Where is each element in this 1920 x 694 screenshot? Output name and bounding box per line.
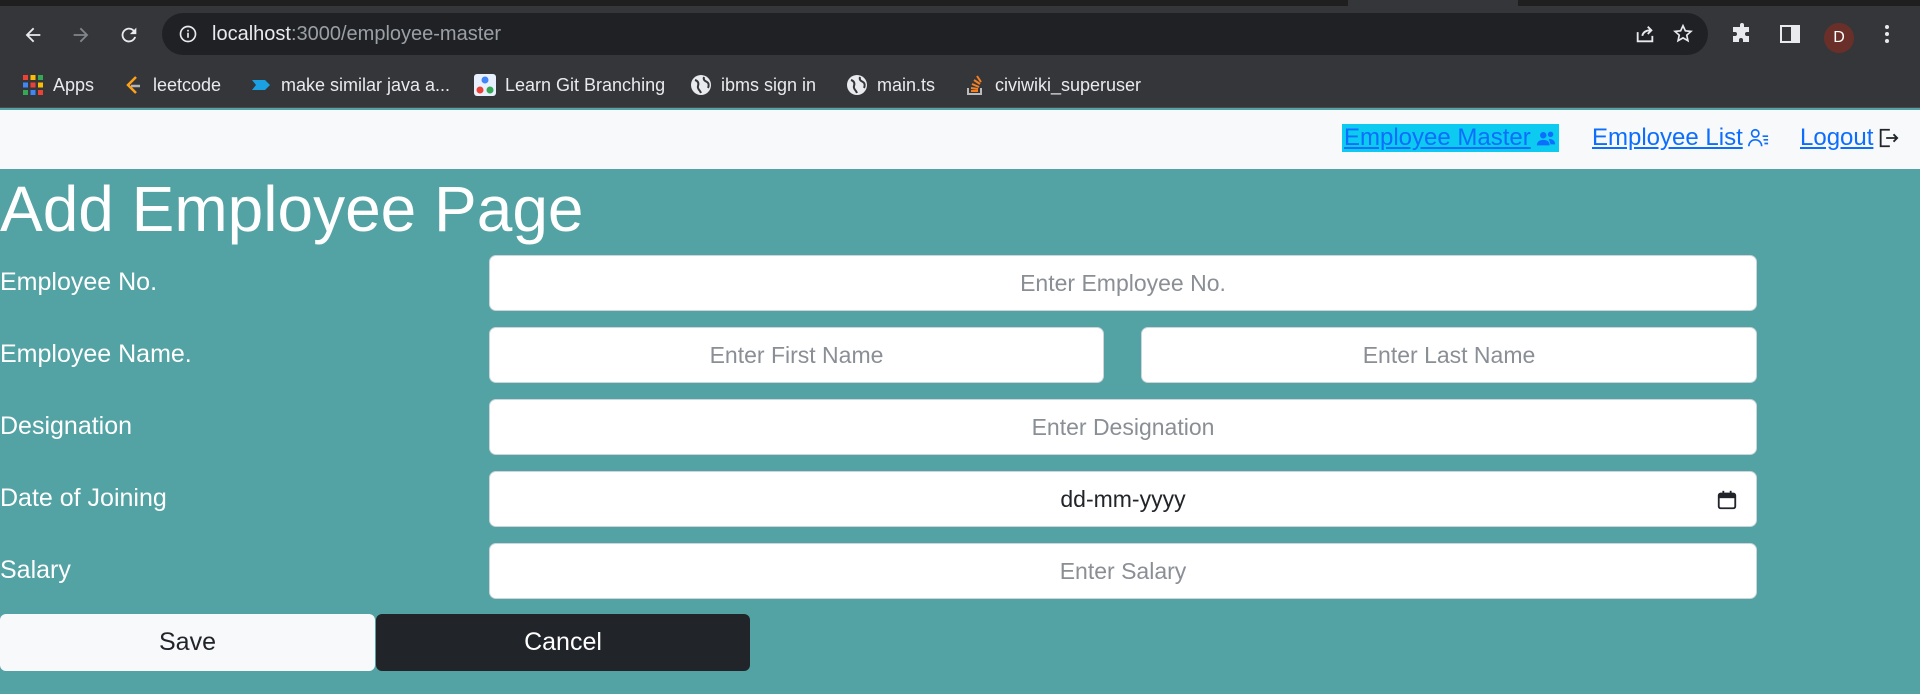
star-icon[interactable] (1672, 23, 1694, 45)
info-icon (179, 25, 197, 43)
nav-logout[interactable]: Logout (1800, 124, 1899, 152)
bookmark-tag-icon (252, 80, 270, 90)
save-button[interactable]: Save (0, 614, 375, 671)
profile-avatar[interactable]: D (1824, 23, 1854, 53)
bookmark-ibms-sign-in[interactable]: ibms sign in (690, 72, 816, 98)
extensions-button[interactable] (1727, 19, 1757, 49)
calendar-icon[interactable] (1716, 489, 1738, 511)
bookmark-leetcode[interactable]: leetcode (122, 72, 221, 98)
bookmark-label: make similar java a... (281, 74, 451, 95)
employee-no-input[interactable] (489, 255, 1757, 311)
nav-employee-list[interactable]: Employee List (1592, 124, 1769, 152)
user-list-icon (1747, 128, 1768, 147)
git-branching-icon (474, 74, 496, 96)
cancel-button[interactable]: Cancel (376, 614, 750, 671)
bookmark-label: civiwiki_superuser (995, 74, 1142, 95)
logout-icon (1880, 128, 1899, 148)
back-arrow-icon (25, 27, 41, 43)
date-placeholder: dd-mm-yyyy (1060, 485, 1186, 512)
bookmark-label: Apps (53, 74, 95, 95)
bookmarks-bar: Apps leetcode make similar java a... Lea… (0, 62, 1920, 108)
app-navbar: Employee Master Employee List Logout (0, 110, 1920, 169)
bookmark-apps[interactable]: Apps (22, 72, 94, 98)
nav-link-label: Employee Master (1344, 124, 1531, 151)
salary-input[interactable] (489, 543, 1757, 599)
url-text: localhost:3000/employee-master (212, 23, 501, 46)
page-title: Add Employee Page (0, 173, 584, 245)
date-of-joining-label: Date of Joining (0, 484, 167, 512)
bookmark-label: ibms sign in (721, 74, 817, 95)
bookmark-label: leetcode (153, 74, 222, 95)
nav-link-label: Logout (1800, 124, 1874, 151)
designation-input[interactable] (489, 399, 1757, 455)
globe-icon (847, 75, 867, 95)
address-bar[interactable]: localhost:3000/employee-master (162, 13, 1708, 55)
last-name-input[interactable] (1141, 327, 1757, 383)
share-icon[interactable] (1634, 23, 1656, 45)
salary-label: Salary (0, 556, 71, 584)
bookmark-make-similar-java[interactable]: make similar java a... (250, 72, 450, 98)
url-path: :3000/employee-master (290, 23, 502, 45)
bookmark-learn-git-branching[interactable]: Learn Git Branching (474, 72, 665, 98)
bookmark-label: main.ts (877, 74, 936, 95)
side-panel-icon (1780, 25, 1800, 43)
browser-menu-button[interactable] (1872, 19, 1902, 49)
reload-icon (121, 27, 137, 43)
puzzle-icon (1733, 23, 1749, 42)
users-icon (1536, 131, 1555, 146)
designation-label: Designation (0, 412, 133, 440)
first-name-input[interactable] (489, 327, 1104, 383)
browser-toolbar: localhost:3000/employee-master D (0, 6, 1920, 62)
bookmark-label: Learn Git Branching (505, 74, 666, 95)
leetcode-icon (126, 76, 140, 94)
employee-name-label: Employee Name. (0, 340, 192, 368)
side-panel-button[interactable] (1775, 19, 1805, 49)
employee-no-label: Employee No. (0, 268, 158, 296)
apps-grid-icon (23, 75, 43, 95)
bookmark-civiwiki-superuser[interactable]: civiwiki_superuser (964, 72, 1141, 98)
kebab-menu-icon (1885, 25, 1889, 43)
reload-button[interactable] (112, 18, 146, 52)
globe-icon (691, 75, 711, 95)
date-of-joining-input[interactable]: dd-mm-yyyy (489, 471, 1757, 527)
back-button[interactable] (16, 18, 50, 52)
forward-arrow-icon (73, 27, 89, 43)
nav-employee-master[interactable]: Employee Master (1342, 124, 1559, 152)
bookmark-main-ts[interactable]: main.ts (846, 72, 935, 98)
stackoverflow-icon (967, 75, 982, 95)
forward-button[interactable] (64, 18, 98, 52)
url-host: localhost (212, 23, 291, 45)
nav-link-label: Employee List (1592, 124, 1743, 151)
